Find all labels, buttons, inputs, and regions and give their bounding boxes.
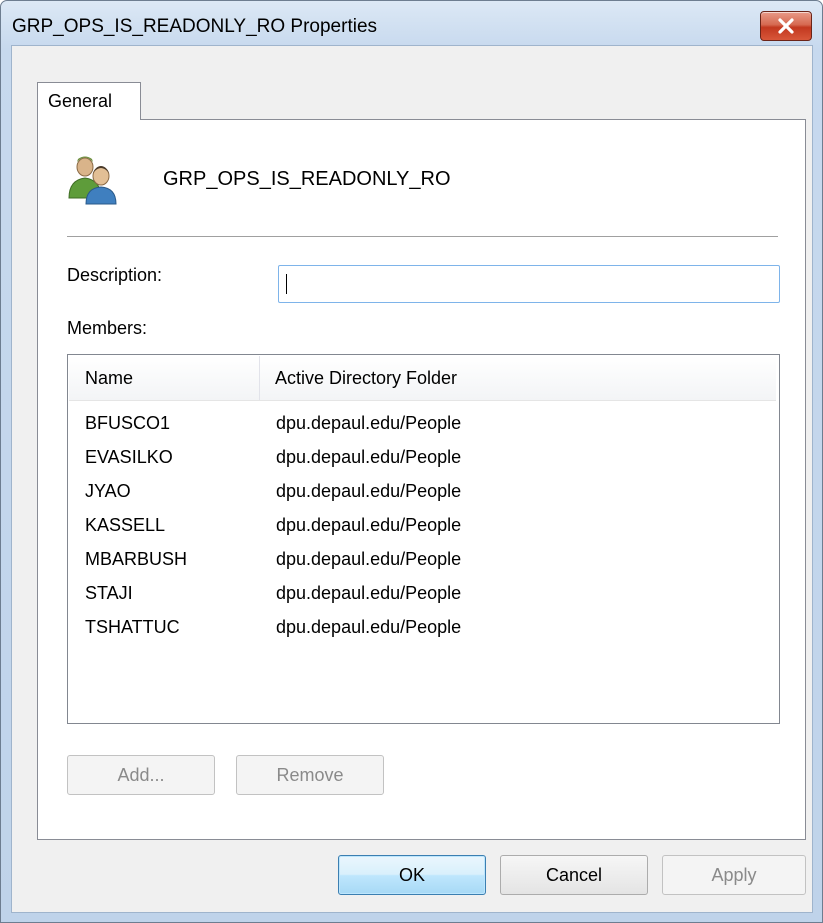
member-name: JYAO (85, 481, 131, 501)
group-users-icon (68, 156, 117, 205)
member-name: STAJI (85, 583, 133, 603)
member-folder: dpu.depaul.edu/People (276, 481, 462, 501)
member-name: TSHATTUC (85, 617, 180, 637)
member-folder: dpu.depaul.edu/People (276, 583, 462, 603)
member-folder: dpu.depaul.edu/People (276, 617, 462, 637)
title-bar[interactable]: GRP_OPS_IS_READONLY_RO Properties (1, 1, 822, 45)
general-tab-page: GRP_OPS_IS_READONLY_RO Description: Memb… (37, 119, 806, 840)
member-name: KASSELL (85, 515, 166, 535)
text-caret (286, 274, 287, 294)
dialog-client: General GRP_OPS_IS_READONLY_RO Descripti… (11, 45, 813, 913)
close-button[interactable] (760, 11, 812, 41)
description-label: Description: (67, 265, 163, 285)
window-title: GRP_OPS_IS_READONLY_RO Properties (12, 16, 378, 37)
members-label: Members: (67, 318, 148, 338)
member-folder: dpu.depaul.edu/People (276, 549, 462, 569)
remove-button[interactable]: Remove (236, 755, 384, 795)
member-folder: dpu.depaul.edu/People (276, 447, 462, 467)
tab-general[interactable]: General (37, 82, 141, 120)
column-header-folder[interactable]: Active Directory Folder (261, 356, 776, 400)
group-name: GRP_OPS_IS_READONLY_RO (163, 168, 451, 190)
close-icon (778, 18, 794, 34)
column-header-name[interactable]: Name (69, 356, 260, 400)
member-name: MBARBUSH (85, 549, 188, 569)
cancel-button[interactable]: Cancel (500, 855, 648, 895)
members-list[interactable]: Name Active Directory Folder BFUSCO1 dpu… (67, 354, 780, 724)
member-row[interactable]: KASSELL dpu.depaul.edu/People (69, 509, 776, 542)
add-button[interactable]: Add... (67, 755, 215, 795)
member-name: EVASILKO (85, 447, 173, 467)
member-name: BFUSCO1 (85, 413, 171, 433)
properties-dialog: GRP_OPS_IS_READONLY_RO Properties Genera… (0, 0, 823, 923)
member-folder: dpu.depaul.edu/People (276, 413, 462, 433)
members-list-header: Name Active Directory Folder (69, 356, 776, 401)
member-row[interactable]: TSHATTUC dpu.depaul.edu/People (69, 611, 776, 644)
member-folder: dpu.depaul.edu/People (276, 515, 462, 535)
separator (67, 236, 778, 238)
member-row[interactable]: EVASILKO dpu.depaul.edu/People (69, 441, 776, 474)
apply-button[interactable]: Apply (662, 855, 806, 895)
member-row[interactable]: STAJI dpu.depaul.edu/People (69, 577, 776, 610)
ok-button[interactable]: OK (338, 855, 486, 895)
member-row[interactable]: MBARBUSH dpu.depaul.edu/People (69, 543, 776, 576)
member-row[interactable]: JYAO dpu.depaul.edu/People (69, 475, 776, 508)
member-row[interactable]: BFUSCO1 dpu.depaul.edu/People (69, 407, 776, 440)
description-input[interactable] (278, 265, 780, 303)
